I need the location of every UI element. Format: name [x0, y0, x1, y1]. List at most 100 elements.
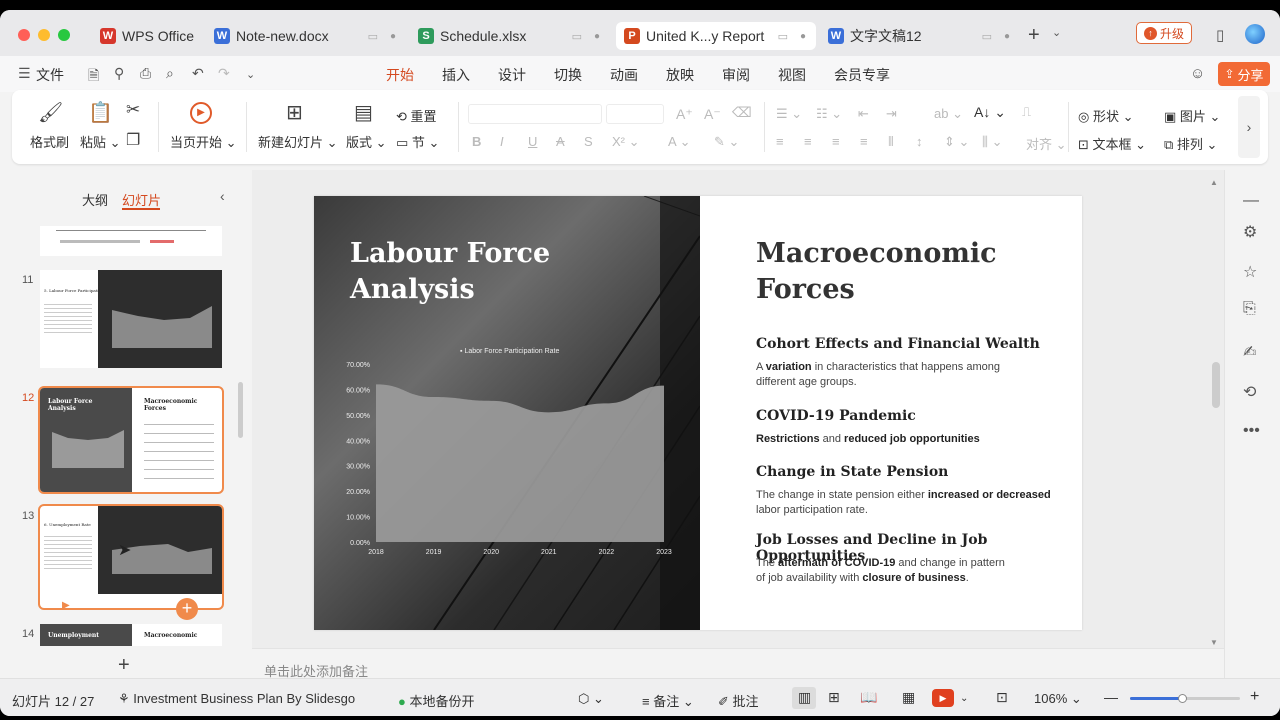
document-tab[interactable]: W Note-new.docx ▭ ●: [206, 22, 406, 50]
document-tab[interactable]: S Schedule.xlsx ▭ ●: [410, 22, 610, 50]
star-icon[interactable]: ☆: [1243, 262, 1257, 282]
ribbon-scroll-right-icon[interactable]: ›: [1238, 96, 1260, 158]
layout-button[interactable]: 版式 ⌄: [346, 132, 387, 151]
item-body[interactable]: Restrictions and reduced job opportuniti…: [756, 432, 1006, 447]
columns-icon[interactable]: ⫼ ⌄: [982, 134, 1003, 150]
print-preview-icon[interactable]: ⌕: [166, 65, 174, 82]
decrease-font-icon[interactable]: A⁻: [704, 106, 721, 123]
document-tab[interactable]: W 文字文稿12 ▭ ●: [820, 22, 1020, 50]
tab-close-icon[interactable]: ●: [800, 31, 806, 42]
item-heading[interactable]: Change in State Pension: [756, 464, 948, 480]
print-icon[interactable]: ⎙: [140, 65, 151, 82]
outline-tab[interactable]: 大纲: [82, 190, 108, 209]
section-button[interactable]: ▭ 节 ⌄: [396, 132, 439, 151]
area-series[interactable]: [376, 384, 664, 542]
menu-tab[interactable]: 动画: [610, 65, 638, 85]
font-family-select[interactable]: [468, 104, 602, 124]
play-from-current-icon[interactable]: ▶: [190, 102, 212, 124]
scroll-up-icon[interactable]: ▲: [1210, 178, 1218, 187]
file-menu[interactable]: 文件: [36, 65, 64, 85]
play-from-current-button[interactable]: 当页开始 ⌄: [170, 132, 237, 151]
item-body[interactable]: A variation in characteristics that happ…: [756, 360, 1006, 390]
item-body[interactable]: The change in state pension either incre…: [756, 488, 1056, 518]
user-avatar[interactable]: [1245, 24, 1265, 44]
new-tab-plus-icon[interactable]: +: [1028, 24, 1040, 47]
text-shadow-icon[interactable]: S: [584, 134, 593, 149]
slideshow-options-chevron-icon[interactable]: ⌄: [960, 693, 968, 704]
comments-toggle[interactable]: ✐ 批注: [718, 691, 759, 710]
numbering-icon[interactable]: ☷ ⌄: [816, 106, 842, 122]
document-tab[interactable]: W WPS Office: [92, 22, 200, 50]
minus-icon[interactable]: —: [1243, 192, 1259, 210]
bold-icon[interactable]: B: [472, 134, 481, 149]
zoom-slider-thumb[interactable]: [1178, 694, 1187, 703]
paste-icon[interactable]: 📋: [88, 100, 113, 125]
align-button[interactable]: 对齐 ⌄: [1026, 134, 1067, 153]
arrange-button[interactable]: ⧉ 排列 ⌄: [1164, 134, 1217, 153]
menu-tab[interactable]: 插入: [442, 65, 470, 85]
save-icon[interactable]: 🗎: [88, 65, 99, 89]
slide-counter[interactable]: 幻灯片 12 / 27: [12, 691, 94, 710]
tab-close-icon[interactable]: ●: [1004, 31, 1010, 42]
indent-icon[interactable]: ⇥: [886, 106, 897, 122]
align-right-icon[interactable]: ≡: [832, 134, 840, 149]
slide-12[interactable]: Labour Force Analysis ▪ Labor Force Part…: [314, 196, 1082, 630]
maximize-window-button[interactable]: [58, 29, 70, 41]
reading-view-icon[interactable]: 📖: [860, 689, 877, 706]
new-slide-icon[interactable]: ⊞: [286, 100, 303, 125]
zoom-level[interactable]: 106% ⌄: [1034, 691, 1082, 707]
menu-tab[interactable]: 开始: [386, 65, 414, 92]
textbox-button[interactable]: ⊡ 文本框 ⌄: [1078, 134, 1146, 153]
left-slide-title[interactable]: Labour Force Analysis: [350, 236, 650, 308]
align-left-icon[interactable]: ≡: [776, 134, 784, 149]
menu-tab[interactable]: 设计: [498, 65, 526, 85]
labor-force-area-chart[interactable]: 0.00% 10.00% 20.00% 30.00% 40.00% 50.00% 60.00…: [334, 356, 694, 556]
slide-thumbnail-12[interactable]: Labour Force Analysis Macroeconomic Forc…: [38, 386, 224, 494]
zoom-slider[interactable]: [1130, 694, 1240, 703]
layout-icon[interactable]: ▤: [354, 100, 373, 125]
distribute-icon[interactable]: ⦀: [888, 134, 894, 150]
line-spacing-icon[interactable]: ↕: [916, 134, 923, 149]
reset-button[interactable]: ⟲ 重置: [396, 106, 437, 125]
text-box-align-icon[interactable]: ⎍: [1022, 104, 1031, 120]
font-color-icon[interactable]: A ⌄: [668, 134, 690, 150]
adjust-icon[interactable]: ⚙: [1243, 222, 1257, 242]
italic-icon[interactable]: I: [500, 134, 504, 149]
fit-window-icon[interactable]: ⊡: [996, 689, 1008, 706]
font-size-select[interactable]: [606, 104, 664, 124]
paragraph-spacing-icon[interactable]: ⇕ ⌄: [944, 134, 969, 150]
slide-thumbnail-10[interactable]: [40, 226, 222, 256]
zoom-in-icon[interactable]: +: [1250, 688, 1259, 706]
tab-list-chevron-icon[interactable]: ⌄: [1052, 26, 1061, 39]
new-slide-button[interactable]: 新建幻灯片 ⌄: [258, 132, 338, 151]
collapse-panel-icon[interactable]: ‹: [220, 188, 225, 204]
collaboration-icon[interactable]: ☺: [1190, 65, 1205, 82]
add-slide-plus-icon[interactable]: +: [118, 654, 130, 677]
slide-thumbnail-14[interactable]: Unemployment Macroeconomic: [40, 624, 222, 646]
paste-button[interactable]: 粘贴 ⌄: [80, 132, 121, 151]
upgrade-button[interactable]: ↑ 升级: [1136, 22, 1192, 44]
share-button[interactable]: ⇪ 分享: [1218, 62, 1270, 86]
panel-scrollbar[interactable]: [238, 382, 243, 438]
pen-icon[interactable]: ✍: [1243, 342, 1256, 362]
text-direction-icon[interactable]: ab ⌄: [934, 106, 963, 122]
increase-font-icon[interactable]: A⁺: [676, 106, 693, 123]
highlight-icon[interactable]: ✎ ⌄: [714, 134, 739, 150]
copy-icon[interactable]: ❐: [126, 130, 140, 150]
underline-icon[interactable]: U: [528, 134, 537, 149]
item-body[interactable]: The aftermath of COVID-19 and change in …: [756, 556, 1006, 586]
canvas-scrollbar[interactable]: [1212, 362, 1220, 408]
play-slide-icon[interactable]: ▶: [62, 600, 82, 618]
sidebar-toggle-icon[interactable]: ▯: [1216, 26, 1224, 44]
scroll-down-icon[interactable]: ▼: [1210, 638, 1218, 647]
sort-icon[interactable]: A↓ ⌄: [974, 104, 1006, 121]
notes-toggle[interactable]: ≡ 备注 ⌄: [642, 691, 694, 710]
slide-sorter-icon[interactable]: ⊞: [828, 689, 840, 706]
picture-button[interactable]: ▣ 图片 ⌄: [1164, 106, 1220, 125]
justify-icon[interactable]: ≡: [860, 134, 868, 149]
backup-status[interactable]: ● 本地备份开: [398, 691, 475, 710]
history-icon[interactable]: ⟲: [1243, 382, 1256, 402]
slide-title[interactable]: Macroeconomic Forces: [756, 236, 1056, 308]
more-icon[interactable]: •••: [1243, 422, 1260, 440]
presenter-icon[interactable]: ▦: [902, 689, 915, 706]
